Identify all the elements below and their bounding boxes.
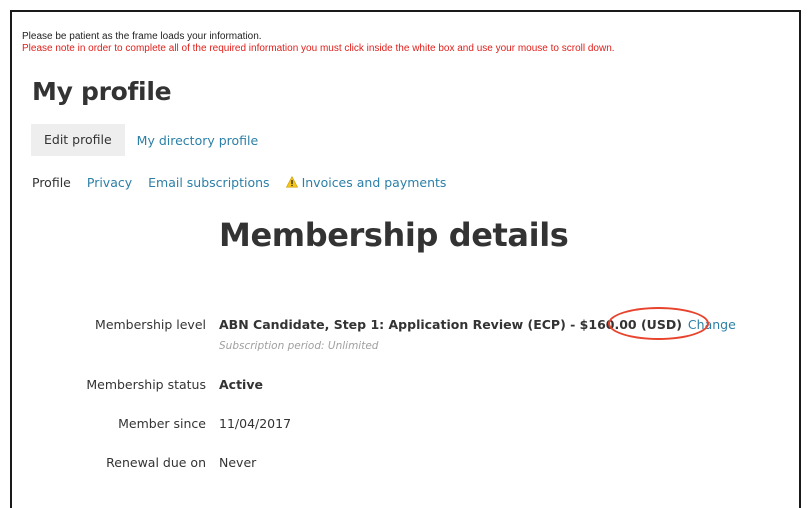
- membership-level-label: Membership level: [95, 317, 206, 332]
- scroll-instruction-notice: Please note in order to complete all of …: [22, 43, 615, 54]
- renewal-due-value: Never: [219, 455, 257, 470]
- sub-tab-privacy[interactable]: Privacy: [87, 175, 132, 190]
- renewal-due-label: Renewal due on: [106, 455, 206, 470]
- sub-tab-profile[interactable]: Profile: [32, 175, 71, 190]
- warning-icon: [285, 176, 298, 188]
- sub-tab-invoices-and-payments[interactable]: Invoices and payments: [285, 175, 447, 190]
- page-title: My profile: [32, 77, 172, 106]
- profile-sub-tabs: Profile Privacy Email subscriptions Invo…: [32, 175, 462, 190]
- section-title: Membership details: [219, 216, 569, 254]
- tab-my-directory-profile[interactable]: My directory profile: [125, 133, 271, 148]
- sub-tab-invoices-label: Invoices and payments: [301, 175, 447, 190]
- membership-status-value: Active: [219, 377, 263, 392]
- change-membership-link[interactable]: Change: [688, 317, 736, 332]
- membership-level-row: ABN Candidate, Step 1: Application Revie…: [219, 317, 736, 332]
- sub-tab-email-subscriptions[interactable]: Email subscriptions: [148, 175, 269, 190]
- member-since-label: Member since: [118, 416, 206, 431]
- profile-tabs: Edit profile My directory profile: [31, 124, 271, 156]
- membership-level-value: ABN Candidate, Step 1: Application Revie…: [219, 317, 682, 332]
- membership-status-label: Membership status: [86, 377, 206, 392]
- loading-notice: Please be patient as the frame loads you…: [22, 31, 262, 42]
- member-since-value: 11/04/2017: [219, 416, 292, 431]
- subscription-period-note: Subscription period: Unlimited: [219, 340, 379, 352]
- tab-edit-profile[interactable]: Edit profile: [31, 124, 125, 156]
